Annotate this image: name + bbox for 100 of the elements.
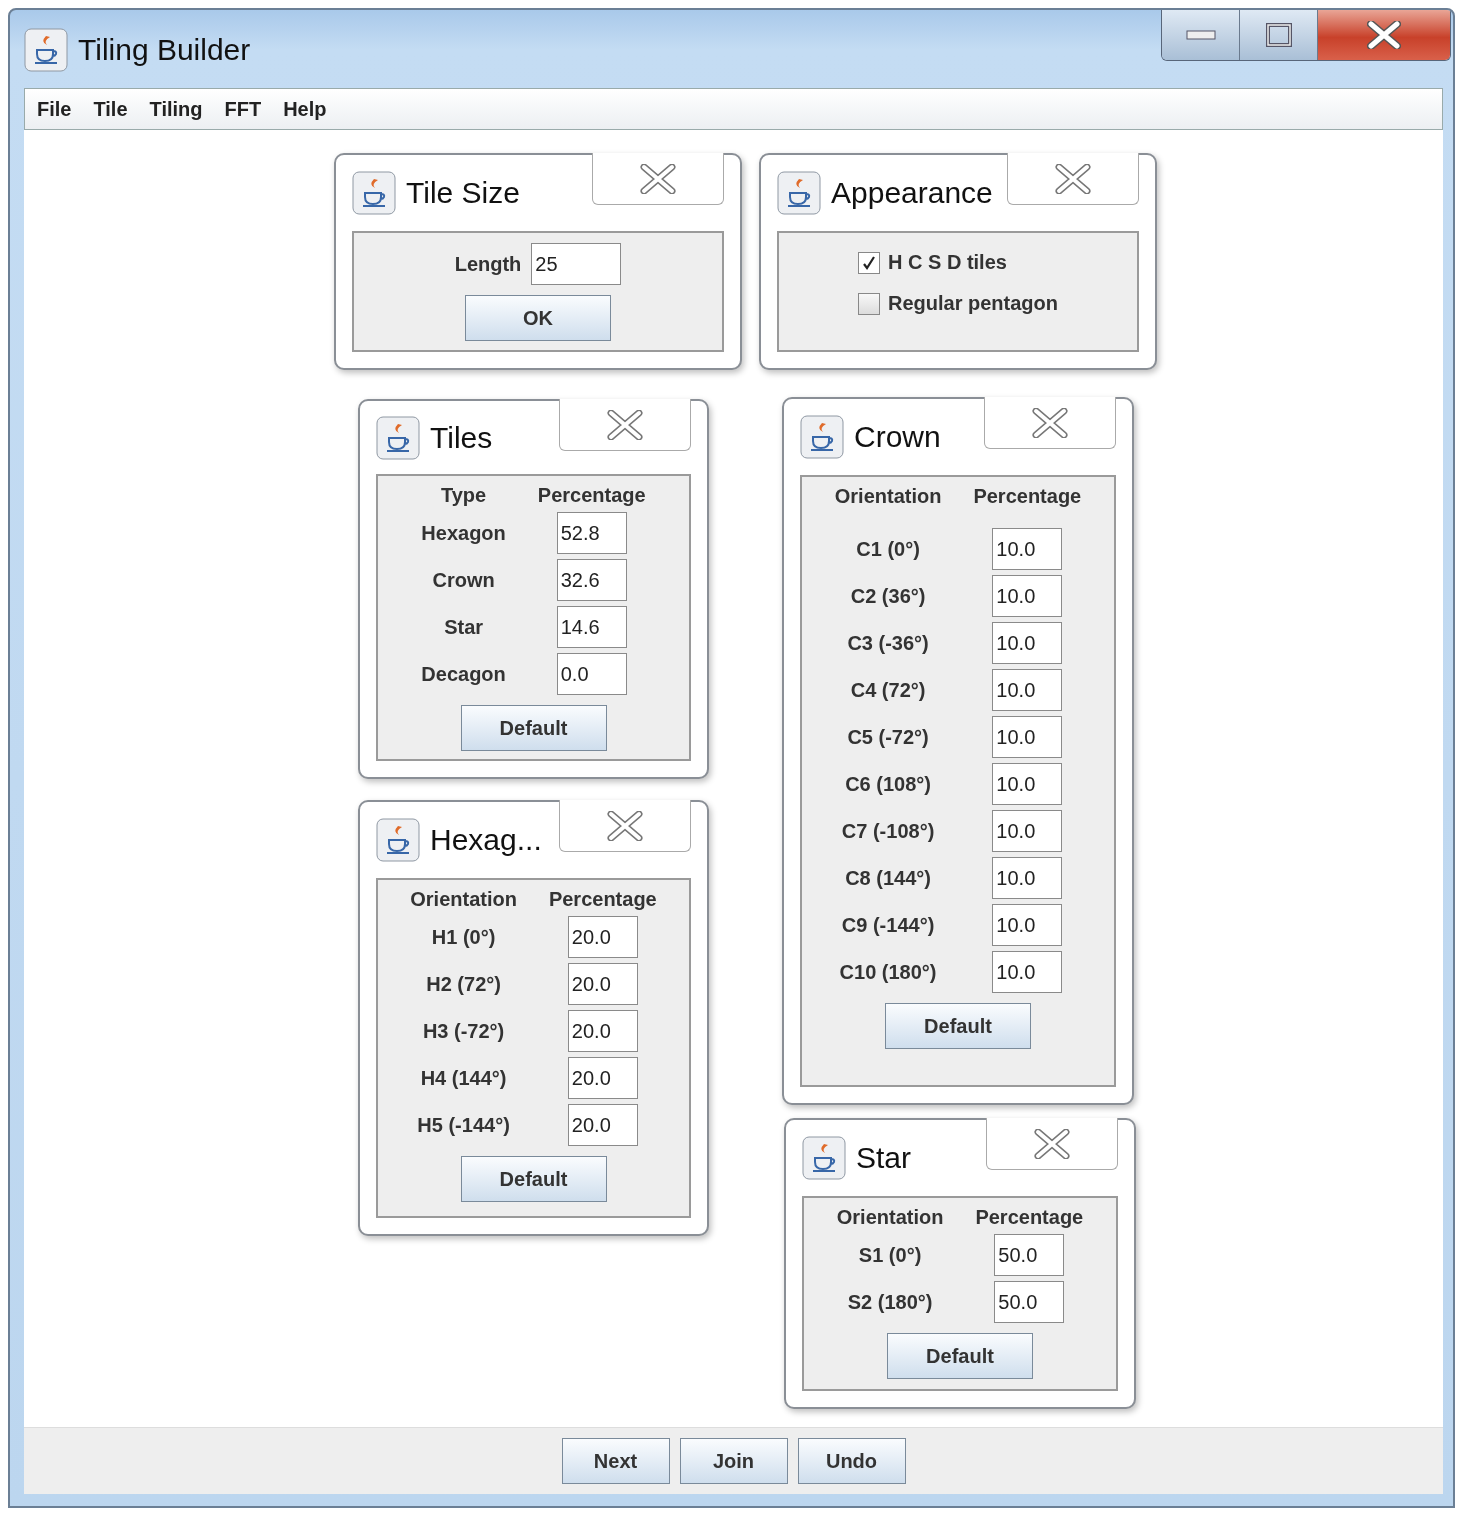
column-header: Orientation bbox=[834, 485, 942, 508]
default-button[interactable]: Default bbox=[460, 1156, 607, 1202]
column-header: Orientation bbox=[410, 888, 517, 911]
maximize-button[interactable] bbox=[1240, 10, 1318, 60]
window-title: Tiles bbox=[430, 420, 493, 455]
minimize-button[interactable] bbox=[1162, 10, 1240, 60]
row-label: C6 (108°) bbox=[845, 772, 931, 796]
coffee-cup-icon bbox=[376, 415, 420, 460]
input-field[interactable]: 10.0 bbox=[992, 622, 1063, 664]
column-header: Percentage bbox=[537, 484, 646, 507]
input-field[interactable]: 20.0 bbox=[567, 916, 638, 958]
window-title: Hexag... bbox=[430, 823, 542, 857]
input-field[interactable]: 0.0 bbox=[556, 653, 627, 695]
row-label: H5 (-144°) bbox=[417, 1113, 510, 1137]
close-button[interactable] bbox=[559, 399, 691, 451]
minimize-icon bbox=[1185, 29, 1216, 41]
column-header: Type bbox=[440, 484, 487, 507]
coffee-cup-icon bbox=[352, 171, 396, 215]
row-label: C3 (-36°) bbox=[847, 631, 929, 655]
close-icon bbox=[640, 163, 676, 194]
input-field[interactable]: 10.0 bbox=[992, 669, 1063, 711]
checkbox-label: H C S D tiles bbox=[888, 251, 1007, 274]
coffee-cup-icon bbox=[777, 171, 821, 215]
row-label: H1 (0°) bbox=[431, 925, 496, 949]
menu-item[interactable]: FFT bbox=[224, 97, 262, 121]
close-icon bbox=[1032, 407, 1068, 438]
input-field[interactable]: 25 bbox=[531, 243, 622, 285]
coffee-cup-icon bbox=[24, 28, 68, 72]
column-header: Percentage bbox=[973, 485, 1082, 508]
action-button[interactable]: Undo bbox=[797, 1438, 906, 1484]
row-label: C10 (180°) bbox=[839, 960, 937, 984]
action-button[interactable]: Next bbox=[561, 1438, 670, 1484]
checkbox-label: Regular pentagon bbox=[888, 292, 1058, 315]
row-label: Star bbox=[444, 615, 484, 639]
default-button[interactable]: Default bbox=[887, 1333, 1033, 1379]
row-label: S1 (0°) bbox=[858, 1243, 922, 1267]
close-button[interactable] bbox=[1318, 10, 1450, 60]
input-field[interactable]: 10.0 bbox=[992, 951, 1063, 993]
input-field[interactable]: 20.0 bbox=[567, 963, 638, 1005]
close-button[interactable] bbox=[559, 800, 691, 852]
column-header: Percentage bbox=[975, 1206, 1084, 1229]
close-button[interactable] bbox=[592, 153, 724, 205]
coffee-cup-icon bbox=[376, 818, 420, 862]
input-field[interactable]: 50.0 bbox=[994, 1281, 1065, 1323]
checkmark-icon bbox=[861, 254, 877, 271]
row-label: C4 (72°) bbox=[850, 678, 926, 702]
default-button[interactable]: Default bbox=[460, 705, 607, 751]
field-label: Length bbox=[454, 252, 522, 276]
menu-item[interactable]: Help bbox=[283, 97, 327, 121]
menu-item[interactable]: Tile bbox=[93, 97, 128, 121]
row-label: Crown bbox=[432, 568, 495, 592]
close-icon bbox=[607, 810, 643, 841]
close-button[interactable] bbox=[986, 1118, 1118, 1170]
maximize-icon bbox=[1265, 23, 1292, 47]
coffee-cup-icon bbox=[800, 415, 844, 459]
row-label: H2 (72°) bbox=[426, 972, 501, 996]
close-icon bbox=[1034, 1128, 1070, 1159]
ok-button[interactable]: OK bbox=[465, 295, 611, 341]
menu-item[interactable]: File bbox=[37, 97, 72, 121]
input-field[interactable]: 20.0 bbox=[567, 1057, 638, 1099]
row-label: C1 (0°) bbox=[856, 537, 920, 561]
row-label: C8 (144°) bbox=[845, 866, 931, 890]
input-field[interactable]: 10.0 bbox=[992, 716, 1063, 758]
row-label: Decagon bbox=[421, 662, 506, 686]
input-field[interactable]: 10.0 bbox=[992, 810, 1063, 852]
input-field[interactable]: 10.0 bbox=[992, 904, 1063, 946]
input-field[interactable]: 50.0 bbox=[994, 1234, 1065, 1276]
input-field[interactable]: 10.0 bbox=[992, 763, 1063, 805]
close-button[interactable] bbox=[1007, 153, 1139, 205]
input-field[interactable]: 10.0 bbox=[992, 857, 1063, 899]
close-icon bbox=[1367, 21, 1401, 49]
input-field[interactable]: 10.0 bbox=[992, 528, 1063, 570]
input-field[interactable]: 32.6 bbox=[556, 559, 627, 601]
coffee-cup-icon bbox=[802, 1136, 846, 1180]
close-icon bbox=[607, 409, 643, 440]
input-field[interactable]: 20.0 bbox=[567, 1104, 638, 1146]
row-label: C9 (-144°) bbox=[841, 913, 935, 937]
window-title: Appearance bbox=[831, 176, 993, 210]
menu-item[interactable]: Tiling bbox=[149, 97, 203, 121]
row-label: S2 (180°) bbox=[847, 1290, 933, 1314]
window-title: Tiling Builder bbox=[78, 33, 251, 67]
window-title: Tile Size bbox=[406, 176, 520, 210]
row-label: C7 (-108°) bbox=[841, 819, 935, 843]
default-button[interactable]: Default bbox=[885, 1003, 1031, 1049]
checkbox[interactable] bbox=[858, 292, 880, 315]
close-button[interactable] bbox=[984, 397, 1116, 449]
input-field[interactable]: 20.0 bbox=[567, 1010, 638, 1052]
row-label: Hexagon bbox=[421, 521, 506, 545]
row-label: C5 (-72°) bbox=[847, 725, 929, 749]
checkbox[interactable] bbox=[858, 251, 880, 274]
window-title: Star bbox=[856, 1141, 912, 1175]
input-field[interactable]: 14.6 bbox=[556, 606, 627, 648]
row-label: H4 (144°) bbox=[420, 1066, 507, 1090]
action-button[interactable]: Join bbox=[679, 1438, 788, 1484]
column-header: Percentage bbox=[548, 888, 657, 911]
input-field[interactable]: 10.0 bbox=[992, 575, 1063, 617]
input-field[interactable]: 52.8 bbox=[556, 512, 627, 554]
row-label: C2 (36°) bbox=[850, 584, 926, 608]
window-title: Crown bbox=[854, 420, 941, 454]
close-icon bbox=[1055, 163, 1091, 194]
